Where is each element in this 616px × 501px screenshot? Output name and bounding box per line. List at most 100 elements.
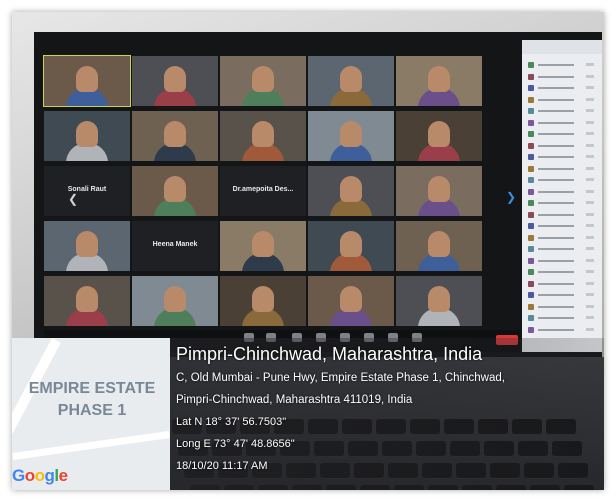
participant-list-item[interactable] bbox=[528, 211, 598, 218]
avatar bbox=[528, 108, 534, 114]
mic-status-icon bbox=[586, 258, 594, 262]
geotag-longitude: Long E 73° 47' 48.8656" bbox=[176, 438, 295, 450]
participant-name-blur bbox=[538, 282, 574, 285]
mic-status-icon bbox=[586, 189, 594, 193]
photo: Sonali Raut Dr.amepoita Des... Heena Manek… bbox=[12, 12, 604, 490]
mic-status-icon bbox=[586, 281, 594, 285]
geotag-address-line1: C, Old Mumbai - Pune Hwy, Empire Estate … bbox=[176, 372, 505, 384]
mic-status-icon bbox=[586, 155, 594, 158]
participant-list-item[interactable] bbox=[528, 303, 598, 310]
participant-list-item[interactable] bbox=[528, 200, 598, 206]
mic-status-icon bbox=[586, 97, 594, 101]
participant-list-item[interactable] bbox=[528, 108, 598, 114]
participant-face bbox=[252, 66, 274, 92]
participant-video-tile bbox=[132, 166, 218, 216]
participant-name-blur bbox=[538, 271, 574, 273]
participant-list-item[interactable] bbox=[528, 177, 598, 183]
participant-list-item[interactable] bbox=[528, 280, 598, 287]
mic-status-icon bbox=[586, 293, 594, 296]
participant-list-item[interactable] bbox=[528, 326, 598, 333]
participant-face bbox=[340, 121, 362, 147]
mic-status-icon bbox=[586, 120, 594, 124]
participant-video-tile bbox=[132, 111, 218, 161]
participant-video-tile bbox=[220, 56, 306, 106]
participant-list-item[interactable] bbox=[528, 292, 598, 298]
participant-list-item[interactable] bbox=[528, 119, 598, 126]
chevron-right-icon[interactable]: ❯ bbox=[506, 190, 516, 204]
avatar bbox=[528, 269, 534, 275]
participant-video-tile bbox=[396, 221, 482, 271]
participant-video-tile bbox=[308, 276, 394, 326]
participant-list-item[interactable] bbox=[528, 188, 598, 195]
avatar bbox=[528, 142, 534, 149]
geotag-address-line2: Pimpri-Chinchwad, Maharashtra 411019, In… bbox=[176, 394, 413, 406]
participant-list-item[interactable] bbox=[528, 246, 598, 252]
participant-face bbox=[164, 176, 186, 202]
avatar bbox=[528, 292, 534, 298]
participant-list-item[interactable] bbox=[528, 234, 598, 241]
participant-name-blur bbox=[538, 190, 574, 193]
participant-list-item[interactable] bbox=[528, 315, 598, 321]
participant-name-blur bbox=[538, 144, 574, 147]
geotag-overlay: Pimpri-Chinchwad, Maharashtra, India C, … bbox=[170, 338, 604, 490]
map-thumbnail: EMPIRE ESTATE PHASE 1 Google bbox=[12, 338, 170, 490]
participant-name-blur bbox=[538, 110, 574, 112]
participant-list-item[interactable] bbox=[528, 154, 598, 160]
mic-status-icon bbox=[586, 224, 594, 227]
participant-list-item[interactable] bbox=[528, 257, 598, 264]
avatar bbox=[528, 62, 534, 68]
participant-list-item[interactable] bbox=[528, 85, 598, 91]
participant-video-tile bbox=[308, 166, 394, 216]
participant-face bbox=[428, 176, 450, 202]
participant-list-item[interactable] bbox=[528, 269, 598, 275]
avatar bbox=[528, 154, 534, 160]
avatar bbox=[528, 223, 534, 229]
participant-name-blur bbox=[538, 294, 574, 296]
mic-status-icon bbox=[586, 235, 594, 239]
participant-list-item[interactable] bbox=[528, 96, 598, 103]
avatar bbox=[528, 177, 534, 183]
avatar bbox=[528, 246, 534, 252]
map-area-label-line1: EMPIRE ESTATE bbox=[28, 380, 156, 397]
participant-name-blur bbox=[538, 202, 574, 204]
mic-status-icon bbox=[586, 212, 594, 216]
avatar bbox=[528, 326, 534, 333]
participant-name-blur bbox=[538, 121, 574, 124]
avatar bbox=[528, 188, 534, 195]
participant-list-item[interactable] bbox=[528, 223, 598, 229]
mic-status-icon bbox=[586, 270, 594, 273]
avatar bbox=[528, 257, 534, 264]
participant-list-item[interactable] bbox=[528, 73, 598, 80]
participant-video-tile bbox=[220, 111, 306, 161]
participant-face bbox=[76, 286, 98, 312]
map-area-label: EMPIRE ESTATE PHASE 1 bbox=[14, 378, 170, 422]
participants-panel bbox=[522, 40, 602, 352]
participant-face bbox=[252, 231, 274, 257]
mic-status-icon bbox=[586, 109, 594, 112]
video-grid: Sonali Raut Dr.amepoita Des... Heena Manek bbox=[43, 55, 484, 328]
participant-face bbox=[428, 121, 450, 147]
participant-face bbox=[428, 66, 450, 92]
participant-name-blur bbox=[538, 167, 574, 170]
participant-video-tile bbox=[220, 276, 306, 326]
chevron-left-icon[interactable]: ❮ bbox=[68, 192, 78, 206]
participant-video-tile bbox=[44, 221, 130, 271]
participant-list-item[interactable] bbox=[528, 142, 598, 149]
participant-name-tile: Heena Manek bbox=[132, 221, 218, 271]
participant-list-item[interactable] bbox=[528, 62, 598, 68]
participant-face bbox=[340, 66, 362, 92]
avatar bbox=[528, 165, 534, 172]
participant-list-item[interactable] bbox=[528, 131, 598, 137]
participant-face bbox=[340, 286, 362, 312]
mic-status-icon bbox=[586, 86, 594, 89]
participant-video-tile bbox=[396, 56, 482, 106]
participant-list-item[interactable] bbox=[528, 165, 598, 172]
participant-display-name: Heena Manek bbox=[152, 241, 198, 248]
participant-face bbox=[164, 286, 186, 312]
participant-name-blur bbox=[538, 225, 574, 227]
participant-video-tile bbox=[132, 56, 218, 106]
participant-video-tile bbox=[308, 111, 394, 161]
geotag-latitude: Lat N 18° 37' 56.7503" bbox=[176, 416, 287, 428]
mic-status-icon bbox=[586, 316, 594, 319]
mic-status-icon bbox=[586, 132, 594, 135]
